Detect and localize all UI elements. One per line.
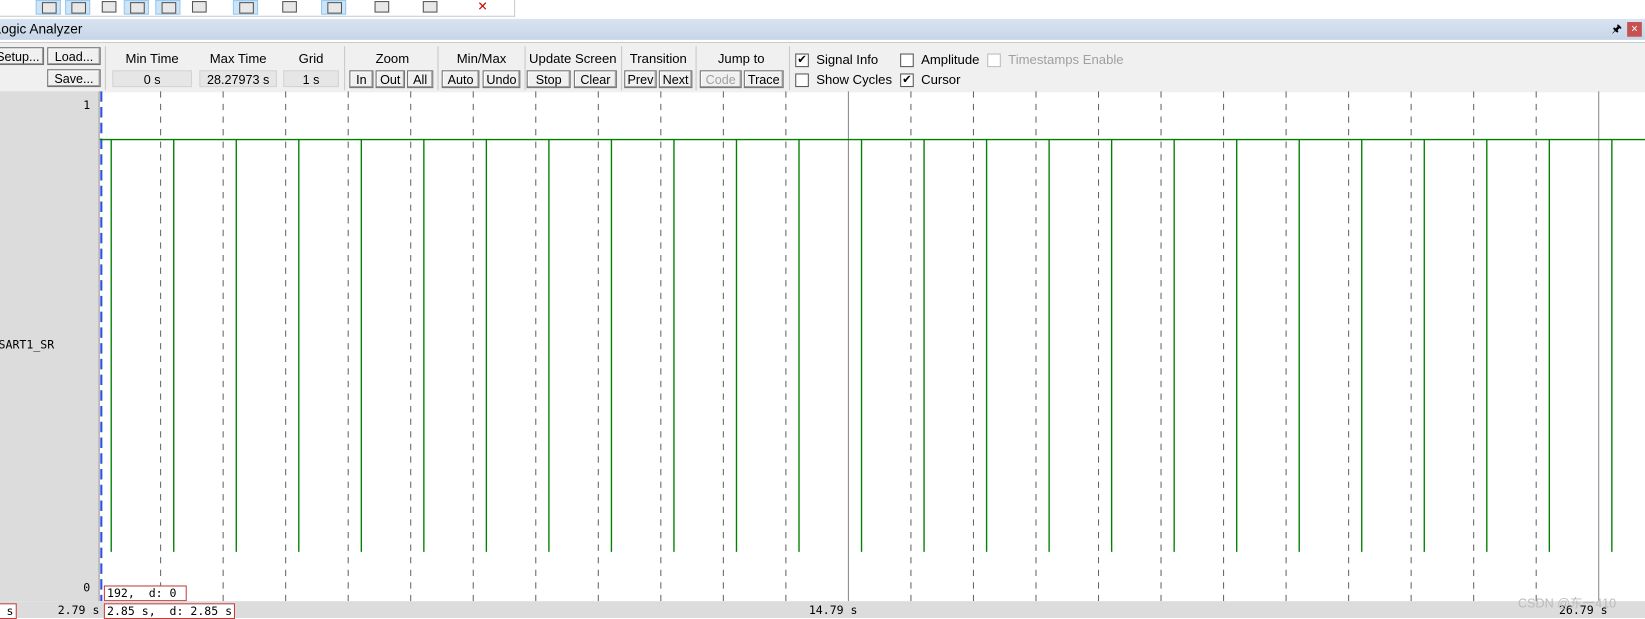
- trace-button[interactable]: Trace: [743, 70, 784, 89]
- code-button[interactable]: Code: [699, 70, 742, 89]
- transition-label: Transition: [629, 51, 687, 67]
- trace-icon[interactable]: [277, 0, 300, 13]
- signal-info-label: Signal Info: [816, 52, 879, 68]
- update-screen-label: Update Screen: [529, 51, 617, 67]
- watermark: CSDN @东一410: [1518, 595, 1617, 611]
- max-time-value: 28.27973 s: [199, 70, 277, 88]
- main-toolbar: ✕: [0, 0, 516, 17]
- serial-icon[interactable]: [232, 0, 259, 15]
- memory-icon[interactable]: [123, 0, 149, 15]
- stop-button[interactable]: Stop: [526, 70, 571, 89]
- close-icon[interactable]: ✕: [472, 0, 495, 13]
- zoom-in-button[interactable]: In: [349, 70, 374, 89]
- signal-info-checkbox[interactable]: ✔: [795, 53, 809, 68]
- watch-icon[interactable]: [155, 0, 181, 15]
- amplitude-label: Amplitude: [921, 52, 980, 68]
- pin-icon[interactable]: 🖈: [1611, 19, 1622, 40]
- close-icon[interactable]: ×: [1627, 22, 1642, 37]
- logic-analyzer-icon[interactable]: [321, 0, 347, 15]
- next-button[interactable]: Next: [658, 70, 693, 89]
- zoom-icon-glyph: [71, 2, 87, 14]
- serial-icon-glyph: [239, 2, 254, 14]
- trace-icon-glyph: [282, 1, 297, 13]
- system-viewer-icon[interactable]: [369, 0, 392, 13]
- timestamps-label: Timestamps Enable: [1008, 52, 1124, 68]
- min-time-label: Min Time: [125, 51, 179, 67]
- window-title: Logic Analyzer: [0, 20, 83, 37]
- auto-button[interactable]: Auto: [441, 70, 480, 89]
- left-time-readout: 0 s: [0, 603, 17, 619]
- close-icon-glyph: ✕: [477, 0, 488, 14]
- memory-icon-glyph: [130, 2, 145, 14]
- load-button[interactable]: Load...: [47, 47, 101, 66]
- save-button[interactable]: Save...: [47, 69, 101, 88]
- toolbox-icon[interactable]: [418, 0, 441, 13]
- analyzer-icon-glyph: [41, 2, 57, 14]
- run-icon-glyph: [101, 1, 117, 13]
- zoom-icon[interactable]: [65, 0, 91, 15]
- signal-name-panel: USART1_SR 1 0: [0, 91, 100, 602]
- toolbox-icon-glyph: [422, 1, 438, 13]
- grid-value: 1 s: [283, 70, 339, 88]
- y-min-label: 0: [83, 581, 91, 595]
- show-cycles-label: Show Cycles: [816, 72, 892, 88]
- setup-button[interactable]: Setup...: [0, 47, 45, 66]
- minmax-label: Min/Max: [456, 51, 507, 67]
- y-max-label: 1: [83, 98, 91, 113]
- max-time-label: Max Time: [209, 51, 267, 67]
- undo-button[interactable]: Undo: [482, 70, 521, 89]
- system-viewer-icon-glyph: [374, 1, 390, 13]
- cursor-checkbox[interactable]: ✔: [900, 73, 914, 88]
- window-title-bar: Logic Analyzer 🖈 ×: [0, 18, 1645, 40]
- value-readout: 192, d: 0: [103, 585, 187, 602]
- logic-analyzer-icon-glyph: [327, 2, 343, 14]
- signal-name[interactable]: USART1_SR: [0, 338, 54, 352]
- watch-icon-glyph: [161, 2, 177, 14]
- grid-label: Grid: [298, 51, 324, 67]
- clear-button[interactable]: Clear: [573, 70, 617, 89]
- cursor-label: Cursor: [921, 72, 961, 88]
- cursor-time-readout: 2.85 s, d: 2.85 s: [103, 603, 236, 619]
- time-axis: 0 s 2.79 s 2.85 s, d: 2.85 s 14.79 s 26.…: [0, 601, 1645, 619]
- zoom-label: Zoom: [375, 51, 410, 67]
- jump-to-label: Jump to: [717, 51, 765, 67]
- waveform-plot[interactable]: [99, 91, 1645, 602]
- run-icon[interactable]: [97, 0, 120, 13]
- mid-time-label: 14.79 s: [808, 603, 858, 617]
- zoom-all-button[interactable]: All: [407, 70, 434, 89]
- min-time-value: 0 s: [112, 70, 192, 88]
- amplitude-checkbox[interactable]: [900, 53, 914, 68]
- peripheral-icon[interactable]: [187, 0, 210, 13]
- prev-button[interactable]: Prev: [624, 70, 657, 89]
- show-cycles-checkbox[interactable]: [795, 73, 809, 88]
- control-panel: Setup... Load... Save... Min Time 0 s Ma…: [0, 41, 1645, 93]
- zoom-out-button[interactable]: Out: [375, 70, 405, 89]
- view-start-time: 2.79 s: [57, 603, 100, 617]
- analyzer-icon[interactable]: [35, 0, 61, 15]
- timestamps-checkbox[interactable]: [987, 53, 1001, 68]
- peripheral-icon-glyph: [191, 1, 207, 13]
